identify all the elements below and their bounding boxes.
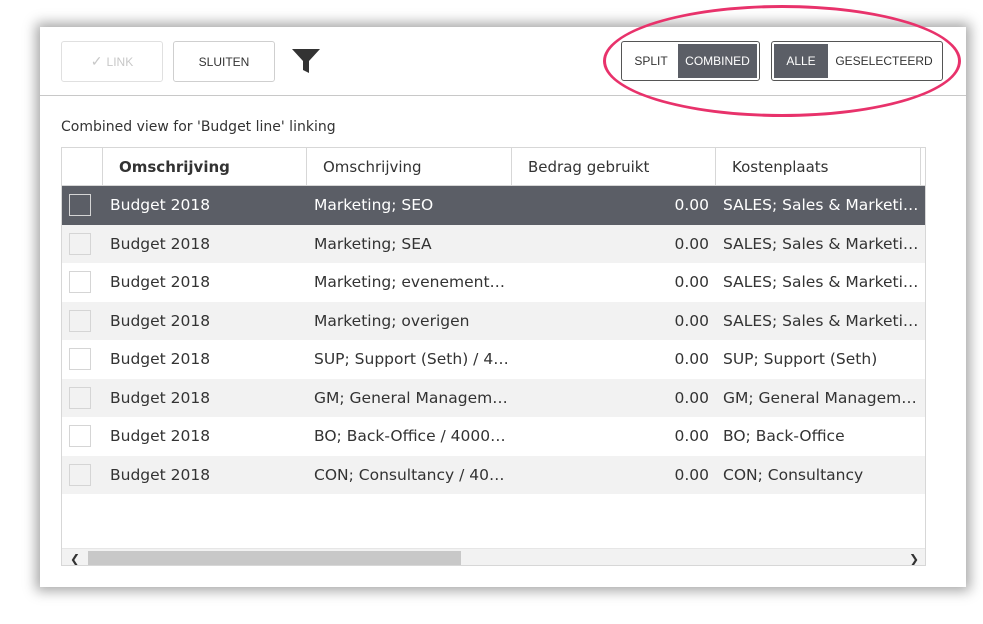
cell-bedrag-gebruikt: 0.00 [674,465,709,484]
cell-bedrag-gebruikt: 0.00 [674,427,709,446]
header-select [62,148,103,186]
toolbar: ✓ LINK SLUITEN SPLIT COMBINED ALLE GESEL… [40,27,966,96]
cell-omschrijving-1: Budget 2018 [110,273,211,292]
row-checkbox[interactable] [69,271,91,293]
row-checkbox[interactable] [69,425,91,447]
horizontal-scrollbar[interactable]: ❮ ❯ [62,548,925,566]
link-button-label: LINK [106,54,134,69]
cell-bedrag-gebruikt: 0.00 [674,273,709,292]
table-row[interactable]: Budget 2018 SUP; Support (Seth) / 4… 0.00 S… [62,340,925,379]
scroll-right-icon[interactable]: ❯ [903,549,925,566]
cell-omschrijving-2: Marketing; evenement… [314,273,506,291]
cell-omschrijving-1: Budget 2018 [110,427,211,446]
cell-kostenplaats: CON; Consultancy [723,465,864,484]
cell-kostenplaats: SALES; Sales & Marketi… [723,196,919,214]
grid-caption: Combined view for 'Budget line' linking [61,119,336,135]
all-option[interactable]: ALLE [774,44,828,78]
cell-kostenplaats: SALES; Sales & Marketi… [723,234,919,253]
table-row[interactable]: Budget 2018 CON; Consultancy / 40… 0.00 CON… [62,455,925,494]
cell-omschrijving-1: Budget 2018 [110,234,211,253]
row-checkbox[interactable] [69,309,91,332]
row-checkbox[interactable] [69,348,91,370]
cell-omschrijving-1: Budget 2018 [110,388,211,407]
header-omschrijving-1[interactable]: Omschrijving [103,148,307,186]
combined-option[interactable]: COMBINED [678,44,757,78]
linking-dialog: ✓ LINK SLUITEN SPLIT COMBINED ALLE GESEL… [40,27,966,587]
view-toggle: SPLIT COMBINED [621,41,760,81]
header-bedrag-gebruikt[interactable]: Bedrag gebruikt [512,148,716,186]
cell-omschrijving-2: Marketing; SEA [314,234,432,253]
table-row[interactable]: Budget 2018 Marketing; SEA 0.00 SALES; Sale… [62,224,925,263]
table-row[interactable]: Budget 2018 BO; Back-Office / 4000;… 0.00 B… [62,417,925,456]
cell-kostenplaats: SUP; Support (Seth) [723,350,878,368]
cell-kostenplaats: BO; Back-Office [723,427,845,445]
cell-omschrijving-2: BO; Back-Office / 4000;… [314,427,510,445]
cell-omschrijving-2: Marketing; overigen [314,311,470,330]
scope-toggle: ALLE GESELECTEERD [771,41,943,81]
cell-bedrag-gebruikt: 0.00 [674,388,709,407]
data-grid: Omschrijving Omschrijving Bedrag gebruik… [61,147,926,566]
cell-omschrijving-1: Budget 2018 [110,196,211,215]
header-omschrijving-2[interactable]: Omschrijving [307,148,512,186]
scrollbar-thumb[interactable] [88,551,461,565]
table-row[interactable]: Budget 2018 Marketing; evenement… 0.00 SALE… [62,263,925,302]
cell-omschrijving-1: Budget 2018 [110,350,211,369]
cell-omschrijving-2: CON; Consultancy / 40… [314,465,505,484]
cell-omschrijving-2: Marketing; SEO [314,196,434,214]
cell-bedrag-gebruikt: 0.00 [674,350,709,369]
cell-omschrijving-1: Budget 2018 [110,311,211,330]
grid-header: Omschrijving Omschrijving Bedrag gebruik… [62,148,925,186]
cell-kostenplaats: SALES; Sales & Marketi… [723,311,919,330]
split-option[interactable]: SPLIT [624,44,678,78]
table-row[interactable]: Budget 2018 Marketing; SEO 0.00 SALES; Sale… [62,186,925,225]
table-row[interactable]: Budget 2018 GM; General Managem… 0.00 GM; G… [62,378,925,417]
scroll-left-icon[interactable]: ❮ [64,549,86,566]
cell-bedrag-gebruikt: 0.00 [674,311,709,330]
cell-bedrag-gebruikt: 0.00 [674,196,709,215]
row-checkbox[interactable] [69,463,91,486]
cell-kostenplaats: SALES; Sales & Marketi… [723,273,919,291]
row-checkbox[interactable] [69,232,91,255]
cell-bedrag-gebruikt: 0.00 [674,234,709,253]
cell-omschrijving-2: GM; General Managem… [314,388,508,407]
cell-omschrijving-2: SUP; Support (Seth) / 4… [314,350,509,368]
filter-icon[interactable] [291,46,321,76]
selected-option[interactable]: GESELECTEERD [828,44,940,78]
row-checkbox[interactable] [69,386,91,409]
cell-kostenplaats: GM; General Managem… [723,388,917,407]
cell-omschrijving-1: Budget 2018 [110,465,211,484]
header-kostenplaats[interactable]: Kostenplaats [716,148,921,186]
check-icon: ✓ [90,53,103,69]
link-button[interactable]: ✓ LINK [61,41,163,82]
close-button[interactable]: SLUITEN [173,41,275,82]
grid-rows: Budget 2018 Marketing; SEO 0.00 SALES; Sale… [62,186,925,494]
row-checkbox[interactable] [69,194,91,216]
table-row[interactable]: Budget 2018 Marketing; overigen 0.00 SALES;… [62,301,925,340]
